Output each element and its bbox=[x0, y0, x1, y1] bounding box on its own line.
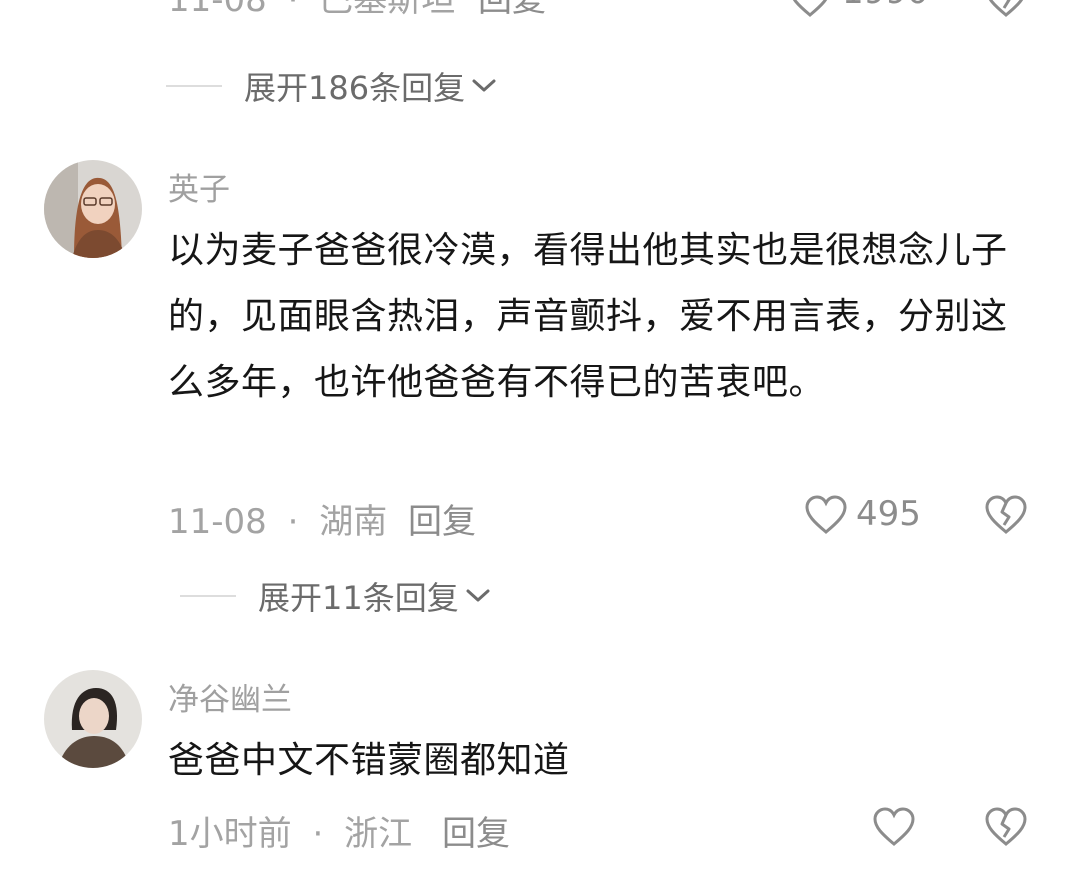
comment-text: 以为麦子爸爸很冷漠，看得出他其实也是很想念儿子的，见面眼含热泪，声音颤抖，爱不用… bbox=[168, 230, 1008, 403]
expand-replies-row[interactable]: 展开11条回复 bbox=[180, 574, 491, 618]
comment-location: 湖南 bbox=[319, 502, 388, 542]
comment-meta: 1小时前 · 浙江 bbox=[168, 806, 412, 855]
expand-replies-button[interactable]: 展开11条回复 bbox=[258, 573, 491, 619]
chevron-down-icon bbox=[465, 587, 491, 605]
dislike-button[interactable] bbox=[984, 493, 1028, 537]
like-button[interactable] bbox=[804, 493, 848, 537]
comment-item: 英子 以为麦子爸爸很冷漠，看得出他其实也是很想念儿子的，见面眼含热泪，声音颤抖，… bbox=[0, 150, 1079, 550]
reply-button[interactable]: 回复 bbox=[478, 0, 546, 21]
comment-item: 净谷幽兰 爸爸中文不错蒙圈都知道 1小时前 · 浙江 回复 bbox=[0, 660, 1079, 890]
meta-separator: · bbox=[287, 0, 299, 20]
expand-replies-label: 展开11条回复 bbox=[258, 579, 459, 617]
comment-text: 爸爸中文不错蒙圈都知道 bbox=[168, 740, 570, 781]
avatar[interactable] bbox=[44, 160, 142, 258]
dislike-button[interactable] bbox=[984, 0, 1028, 20]
chevron-down-icon bbox=[471, 77, 497, 95]
broken-heart-icon bbox=[985, 495, 1027, 534]
heart-outline-icon bbox=[805, 495, 847, 534]
reply-button[interactable]: 回复 bbox=[408, 494, 476, 543]
broken-heart-icon bbox=[988, 0, 1024, 17]
comment-author[interactable]: 英子 bbox=[168, 164, 230, 209]
comment-date: 11-08 bbox=[168, 0, 267, 20]
comment-date: 1小时前 bbox=[168, 814, 292, 854]
like-count: 1990 bbox=[842, 0, 929, 12]
comment-author[interactable]: 净谷幽兰 bbox=[168, 674, 292, 719]
broken-heart-icon bbox=[985, 807, 1027, 846]
expand-replies-label: 展开186条回复 bbox=[244, 69, 466, 107]
avatar[interactable] bbox=[44, 670, 142, 768]
comment-location: 浙江 bbox=[344, 814, 413, 854]
comment-location: 巴基斯坦 bbox=[319, 0, 456, 20]
dislike-button[interactable] bbox=[984, 805, 1028, 849]
divider bbox=[180, 595, 236, 597]
comment-date: 11-08 bbox=[168, 502, 267, 542]
comment-meta: 11-08 · 巴基斯坦 bbox=[168, 0, 455, 21]
like-count: 495 bbox=[856, 494, 921, 534]
meta-separator: · bbox=[287, 502, 299, 542]
heart-outline-icon bbox=[873, 807, 915, 846]
expand-replies-button[interactable]: 展开186条回复 bbox=[244, 63, 497, 109]
divider bbox=[166, 85, 222, 87]
comment-meta: 11-08 · 湖南 bbox=[168, 494, 387, 543]
heart-outline-icon bbox=[792, 0, 828, 17]
meta-separator: · bbox=[312, 814, 324, 854]
like-button[interactable] bbox=[788, 0, 832, 20]
expand-replies-row[interactable]: 展开186条回复 bbox=[166, 64, 497, 108]
like-button[interactable] bbox=[872, 805, 916, 849]
comment-item: 11-08 · 巴基斯坦 回复 1990 bbox=[0, 0, 1079, 30]
reply-button[interactable]: 回复 bbox=[442, 806, 510, 855]
